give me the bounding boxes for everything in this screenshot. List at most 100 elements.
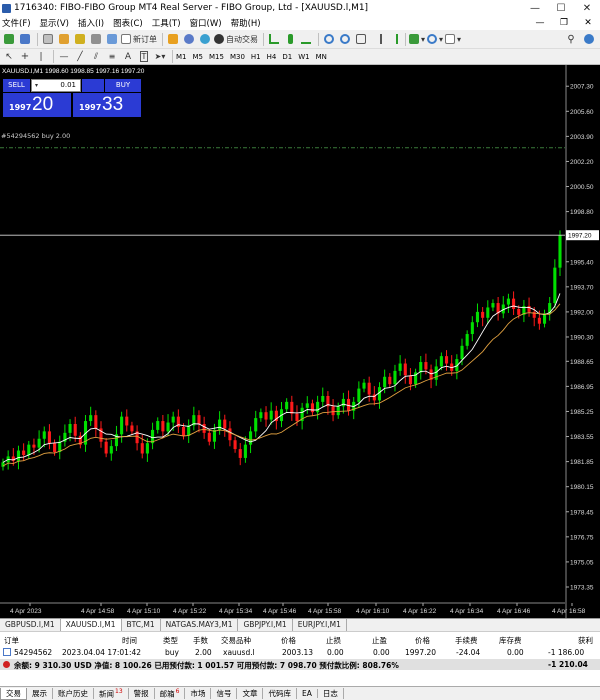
price-chart[interactable]: 2007.30 2005.60 2003.90 2002.20 2000.50 1998.… [0,65,600,618]
fibonacci-button[interactable]: ≡ [105,50,119,64]
terminal-tab[interactable]: 展示 [27,688,53,699]
terminal-tab[interactable]: 日志 [318,688,344,699]
channel-button[interactable]: ⫽ [89,50,103,64]
tab-xauusd[interactable]: XAUUSD.l,M1 [60,619,122,631]
templates-button[interactable]: ▾ [445,32,461,46]
text-button[interactable]: A [121,50,135,64]
timeframe-m15[interactable]: M15 [209,53,224,61]
market-watch-button[interactable] [41,32,55,46]
vertical-line-button[interactable]: | [34,50,48,64]
child-restore-button[interactable]: ❐ [552,18,576,28]
child-minimize-button[interactable]: — [528,18,552,28]
chart-shift-button[interactable] [370,32,384,46]
lot-spinner[interactable] [82,79,104,92]
child-close-button[interactable]: ✕ [576,18,600,28]
zoom-out-button[interactable] [338,32,352,46]
terminal-tab[interactable]: 账户历史 [53,688,94,699]
menu-insert[interactable]: 插入(I) [78,17,104,29]
lot-dropdown-icon[interactable]: ▾ [35,80,38,91]
menu-window[interactable]: 窗口(W) [190,17,222,29]
lot-size-input[interactable]: ▾ 0.01 [31,79,81,92]
menu-help[interactable]: 帮助(H) [231,17,261,29]
col-order[interactable]: 订单 [4,635,19,646]
candlestick-button[interactable] [283,32,297,46]
terminal-tab[interactable]: 代码库 [263,688,297,699]
tab-gbpusd[interactable]: GBPUSD.l,M1 [0,619,61,631]
col-commission[interactable]: 手续费 [455,635,478,646]
table-row[interactable]: 54294562 2023.04.04 17:01:42 buy 2.00 xa… [0,647,600,658]
col-size[interactable]: 手数 [193,635,208,646]
arrows-button[interactable]: ➤▾ [153,50,167,64]
timeframe-d1[interactable]: D1 [282,53,292,61]
menu-tools[interactable]: 工具(T) [152,17,181,29]
timeframe-m5[interactable]: M5 [193,53,204,61]
terminal-tab[interactable]: 文章 [237,688,264,699]
terminal-tab[interactable]: 市场 [185,688,212,699]
news-button[interactable] [182,32,196,46]
line-chart-button[interactable] [299,32,313,46]
col-type[interactable]: 类型 [163,635,178,646]
data-window-button[interactable] [57,32,71,46]
minimize-button[interactable]: — [522,3,548,14]
terminal-button[interactable] [89,32,103,46]
terminal-tab[interactable]: 交易 [0,687,27,700]
terminal-tab[interactable]: EA [297,689,318,698]
navigator-button[interactable] [73,32,87,46]
tab-eurjpy[interactable]: EURJPY.l,M1 [293,619,347,631]
timeframe-h1[interactable]: H1 [251,53,261,61]
auto-trading-button[interactable]: 自动交易 [214,32,258,46]
timeframe-w1[interactable]: W1 [298,53,309,61]
col-time[interactable]: 时间 [122,635,137,646]
autoscroll-button[interactable] [386,32,400,46]
indicators-button[interactable]: ▾ [409,32,425,46]
tab-btc[interactable]: BTC,M1 [122,619,161,631]
horizontal-line-button[interactable]: — [57,50,71,64]
line-chart-icon [301,34,311,44]
price-tick-label: 1985.25 [570,409,594,416]
tab-gbpjpy[interactable]: GBPJPY.l,M1 [238,619,293,631]
terminal-tab[interactable]: 警报 [129,688,155,699]
zoom-in-button[interactable] [322,32,336,46]
tab-natgas[interactable]: NATGAS.MAY3,M1 [161,619,239,631]
col-tp[interactable]: 止盈 [372,635,387,646]
menu-view[interactable]: 显示(V) [40,17,69,29]
new-chart-button[interactable] [2,32,16,46]
col-swap[interactable]: 库存费 [499,635,522,646]
terminal-tab[interactable]: 新闻13 [94,687,129,700]
timeframe-m30[interactable]: M30 [230,53,245,61]
timeframe-m1[interactable]: M1 [176,53,187,61]
crosshair-icon: + [20,51,30,62]
periods-button[interactable]: ▾ [427,32,443,46]
col-price[interactable]: 价格 [281,635,296,646]
buy-price-button[interactable]: 1997 33 [73,93,141,117]
col-symbol[interactable]: 交易品种 [221,635,251,646]
profiles-button[interactable] [18,32,32,46]
col-current-price[interactable]: 价格 [415,635,430,646]
tile-windows-button[interactable] [354,32,368,46]
sell-button[interactable]: SELL [3,79,30,92]
trendline-button[interactable]: ╱ [73,50,87,64]
cursor-button[interactable]: ↖ [2,50,16,64]
label-button[interactable]: T [137,50,151,64]
new-order-button[interactable]: 新订单 [121,32,157,46]
buy-button[interactable]: BUY [105,79,141,92]
tester-button[interactable] [105,32,119,46]
sell-price-button[interactable]: 1997 20 [3,93,71,117]
col-sl[interactable]: 止损 [326,635,341,646]
close-button[interactable]: ✕ [574,3,600,14]
price-tick-label: 2000.50 [570,184,594,191]
timeframe-h4[interactable]: H4 [267,53,277,61]
bar-chart-button[interactable] [267,32,281,46]
terminal-tab[interactable]: 信号 [211,688,238,699]
help-button[interactable] [582,32,596,46]
search-button[interactable]: ⚲ [564,32,578,46]
terminal-tab[interactable]: 邮箱6 [155,687,186,700]
metaeditor-button[interactable] [166,32,180,46]
maximize-button[interactable]: ☐ [548,3,574,14]
globe-button[interactable] [198,32,212,46]
menu-file[interactable]: 文件(F) [2,17,31,29]
timeframe-mn[interactable]: MN [316,53,327,61]
menu-charts[interactable]: 图表(C) [113,17,143,29]
crosshair-button[interactable]: + [18,50,32,64]
col-profit[interactable]: 获利 [578,635,593,646]
